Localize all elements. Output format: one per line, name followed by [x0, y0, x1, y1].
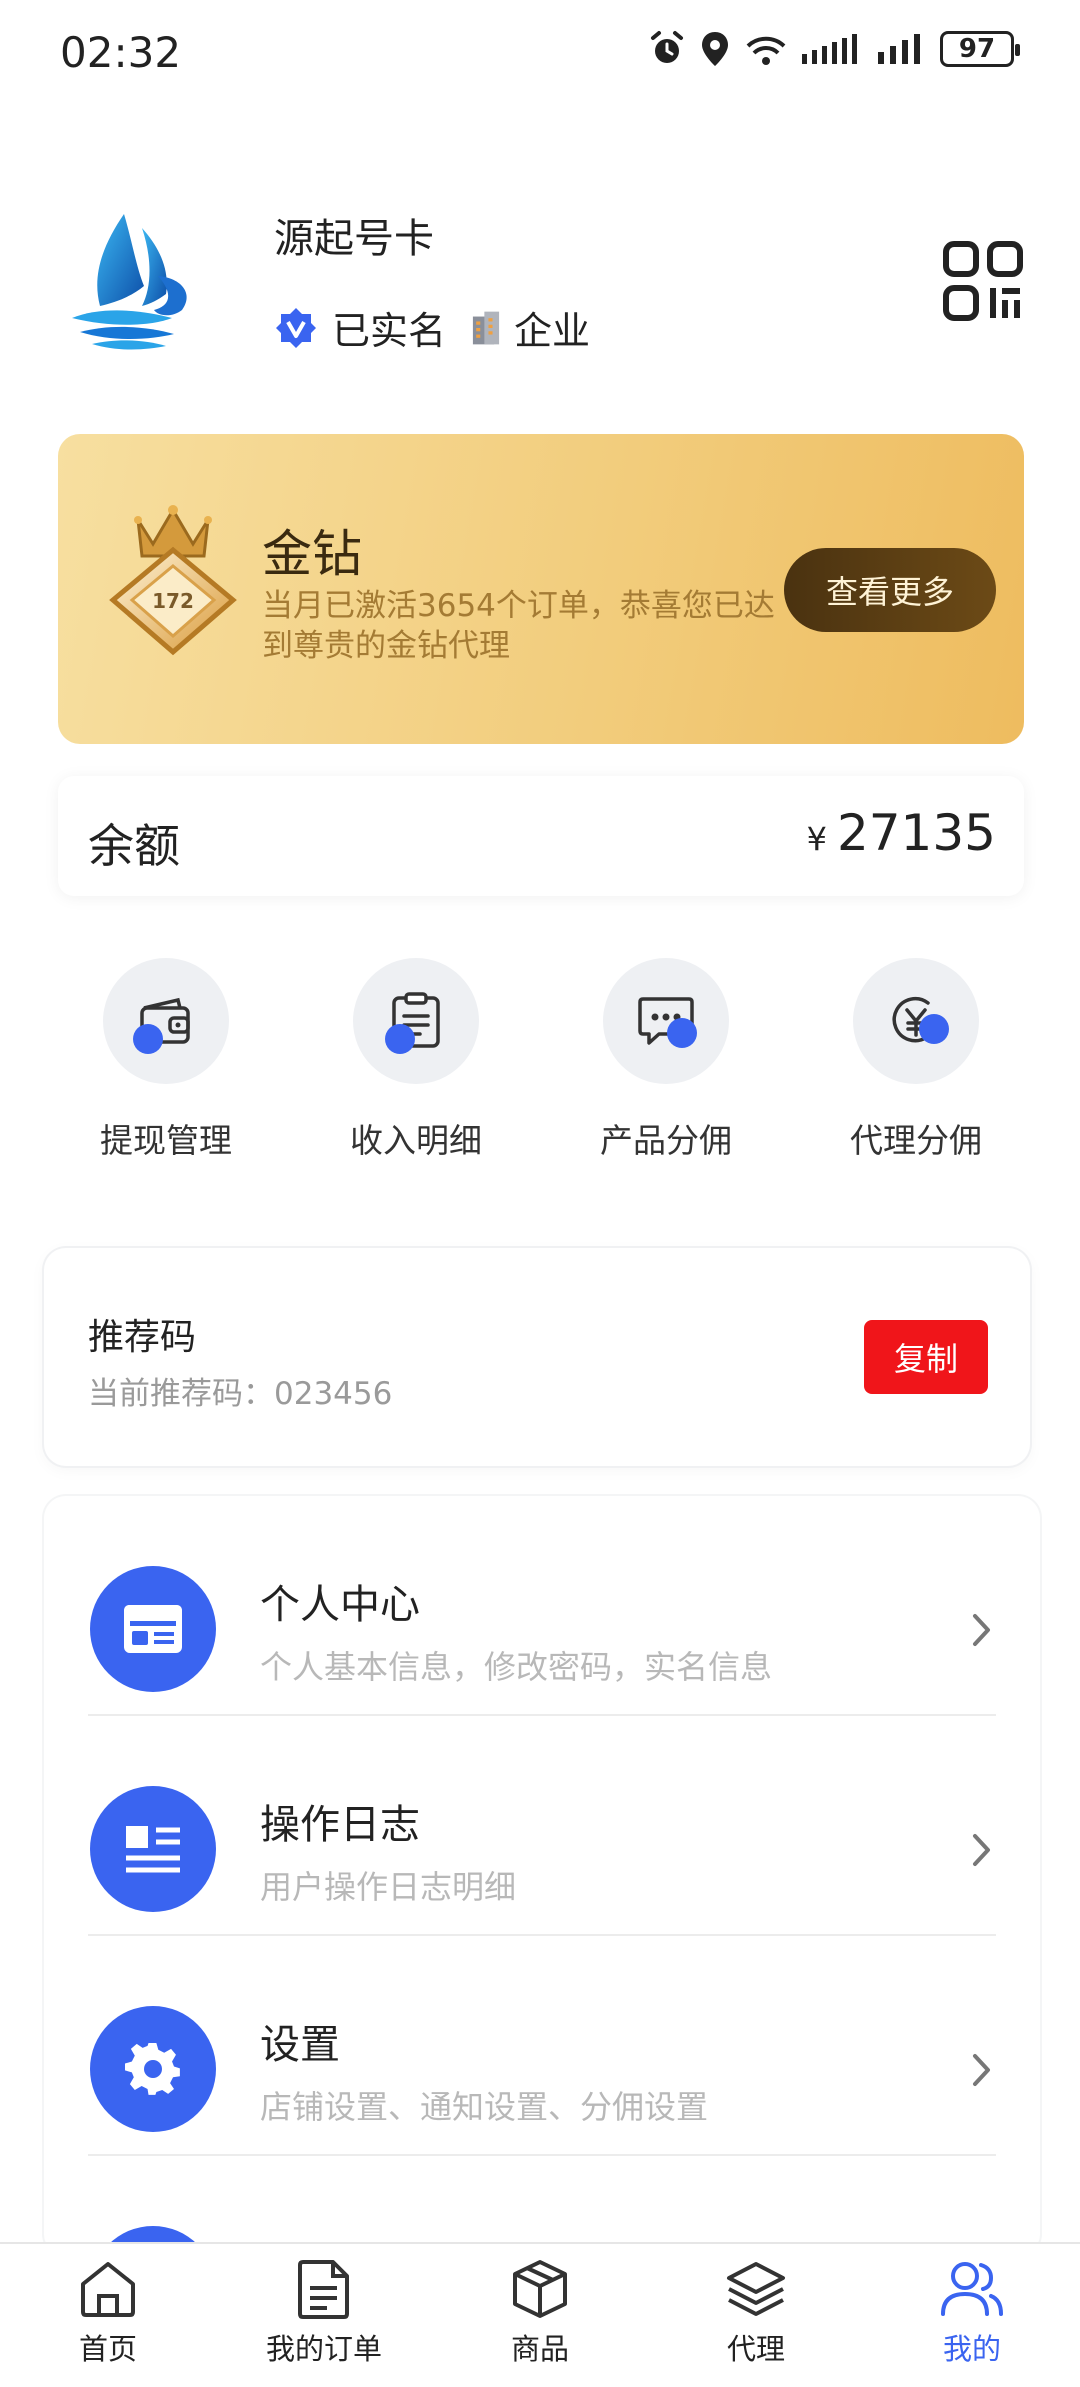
profile-header: 源起号卡 已实名 企业 — [0, 190, 1080, 370]
chevron-right-icon — [973, 1834, 990, 1866]
menu-title: 个人中心 — [260, 1582, 420, 1628]
bottom-navigation: 首页 我的订单 商品 代理 我的 — [0, 2242, 1080, 2387]
menu-subtitle: 店铺设置、通知设置、分佣设置 — [260, 2088, 709, 2126]
layers-icon — [727, 2262, 785, 2316]
nav-label: 我的 — [942, 2332, 1001, 2366]
gold-diamond-badge-icon: 172 — [109, 505, 237, 656]
agent-commission-button[interactable]: 代理分佣 — [816, 958, 1016, 1162]
income-details-button[interactable]: 收入明细 — [316, 958, 516, 1162]
chevron-right-icon — [973, 2054, 990, 2086]
quick-actions: 提现管理 收入明细 产品分佣 代理分佣 — [0, 958, 1080, 1168]
withdraw-management-label: 提现管理 — [100, 1121, 232, 1160]
battery-indicator: 97 — [940, 31, 1020, 67]
home-icon — [81, 2262, 135, 2317]
balance-label: 余额 — [88, 819, 180, 873]
nav-home[interactable]: 首页 — [8, 2258, 208, 2368]
nav-label: 商品 — [510, 2332, 569, 2366]
menu-list: 个人中心 个人基本信息，修改密码，实名信息 操作日志 用户操作日志明细 设置 店… — [44, 1496, 1040, 2256]
product-commission-label: 产品分佣 — [600, 1121, 732, 1160]
gold-card-description: 当月已激活3654个订单，恭喜您已达到尊贵的金钻代理 — [262, 588, 775, 664]
menu-item-personal-center[interactable]: 个人中心 个人基本信息，修改密码，实名信息 — [44, 1496, 1040, 1716]
balance-value: ¥27135 — [807, 804, 996, 862]
copy-button[interactable]: 复制 — [864, 1320, 988, 1394]
balance-card[interactable]: 余额 ¥27135 — [58, 776, 1024, 896]
menu-subtitle: 个人基本信息，修改密码，实名信息 — [260, 1648, 773, 1686]
referral-title: 推荐码 — [88, 1317, 197, 1358]
menu-item-operation-log[interactable]: 操作日志 用户操作日志明细 — [44, 1716, 1040, 1936]
chevron-right-icon — [973, 1614, 990, 1646]
referral-code: 当前推荐码：023456 — [88, 1376, 393, 1412]
avatar[interactable] — [62, 206, 212, 356]
badge-number: 172 — [152, 589, 194, 613]
nav-mine[interactable]: 我的 — [872, 2258, 1072, 2368]
document-icon — [298, 2260, 349, 2319]
users-icon — [941, 2262, 1003, 2316]
menu-title: 设置 — [260, 2022, 340, 2068]
gear-icon — [125, 2042, 180, 2095]
nav-label: 代理 — [726, 2332, 785, 2366]
enterprise-building-icon — [472, 311, 500, 344]
nav-products[interactable]: 商品 — [440, 2258, 640, 2368]
alarm-icon — [651, 31, 683, 63]
referral-code-card: 推荐码 当前推荐码：023456 复制 — [44, 1248, 1030, 1466]
menu-item-settings[interactable]: 设置 店铺设置、通知设置、分佣设置 — [44, 1936, 1040, 2156]
nav-label: 首页 — [78, 2332, 137, 2366]
menu-subtitle: 用户操作日志明细 — [260, 1868, 517, 1906]
income-details-label: 收入明细 — [350, 1121, 482, 1160]
menu-item-online-support[interactable]: 在线客服 — [44, 2156, 1040, 2256]
nav-label: 我的订单 — [265, 2332, 382, 2366]
currency-symbol: ¥ — [806, 820, 827, 858]
enterprise-tag: 企业 — [514, 309, 591, 353]
profile-tags: 已实名 企业 — [274, 300, 612, 355]
profile-name: 源起号卡 — [274, 216, 434, 262]
menu-title: 操作日志 — [260, 1802, 420, 1848]
withdraw-management-button[interactable]: 提现管理 — [66, 958, 266, 1162]
qr-code-icon[interactable] — [942, 240, 1024, 322]
log-list-icon — [126, 1826, 180, 1873]
id-card-icon — [124, 1605, 182, 1653]
product-commission-button[interactable]: 产品分佣 — [566, 958, 766, 1162]
signal-1-icon — [802, 34, 857, 64]
gold-diamond-card: 172 金钻 当月已激活3654个订单，恭喜您已达到尊贵的金钻代理 查看更多 — [58, 434, 1024, 744]
box-icon — [513, 2260, 567, 2318]
signal-2-icon — [878, 34, 920, 64]
location-icon — [702, 32, 728, 66]
status-time: 02:32 — [60, 28, 182, 77]
verified-tag: 已实名 — [332, 309, 447, 353]
wifi-icon — [746, 36, 786, 65]
status-icons: 97 — [648, 30, 1020, 68]
nav-agent[interactable]: 代理 — [656, 2258, 856, 2368]
agent-commission-label: 代理分佣 — [850, 1121, 982, 1160]
verified-badge-icon — [276, 307, 316, 348]
view-more-button[interactable]: 查看更多 — [784, 548, 996, 632]
status-bar: 02:32 97 — [0, 0, 1080, 110]
nav-my-orders[interactable]: 我的订单 — [224, 2258, 424, 2368]
gold-card-title: 金钻 — [262, 525, 362, 583]
balance-amount: 27135 — [836, 804, 996, 862]
